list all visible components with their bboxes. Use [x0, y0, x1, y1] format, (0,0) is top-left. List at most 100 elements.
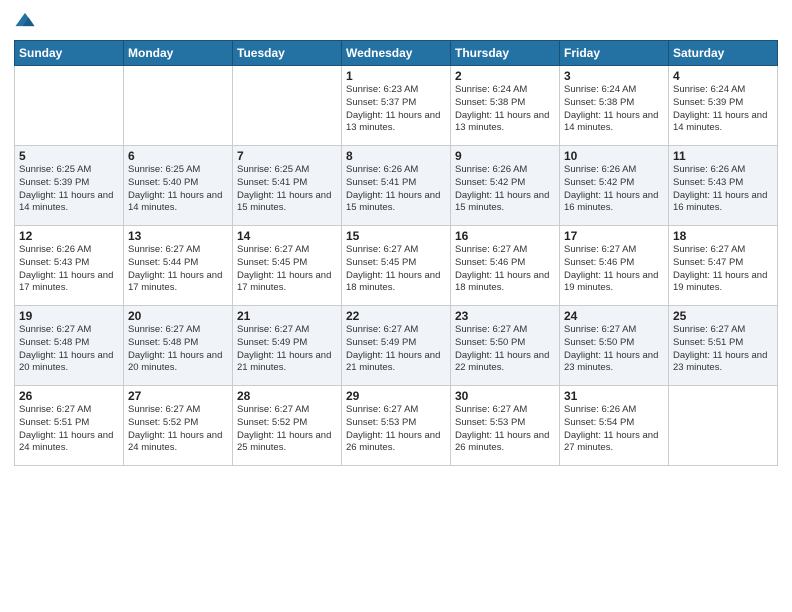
calendar-cell [15, 66, 124, 146]
day-info: Sunrise: 6:26 AMSunset: 5:41 PMDaylight:… [346, 164, 446, 215]
day-number: 15 [346, 229, 446, 243]
calendar-header-row: SundayMondayTuesdayWednesdayThursdayFrid… [15, 41, 778, 66]
calendar-cell: 17Sunrise: 6:27 AMSunset: 5:46 PMDayligh… [560, 226, 669, 306]
calendar-cell: 5Sunrise: 6:25 AMSunset: 5:39 PMDaylight… [15, 146, 124, 226]
day-info: Sunrise: 6:23 AMSunset: 5:37 PMDaylight:… [346, 84, 446, 135]
calendar-cell: 18Sunrise: 6:27 AMSunset: 5:47 PMDayligh… [669, 226, 778, 306]
calendar-cell: 3Sunrise: 6:24 AMSunset: 5:38 PMDaylight… [560, 66, 669, 146]
day-number: 23 [455, 309, 555, 323]
calendar-cell: 21Sunrise: 6:27 AMSunset: 5:49 PMDayligh… [233, 306, 342, 386]
day-number: 2 [455, 69, 555, 83]
calendar-cell: 31Sunrise: 6:26 AMSunset: 5:54 PMDayligh… [560, 386, 669, 466]
calendar-cell: 28Sunrise: 6:27 AMSunset: 5:52 PMDayligh… [233, 386, 342, 466]
day-info: Sunrise: 6:25 AMSunset: 5:39 PMDaylight:… [19, 164, 119, 215]
calendar-day-header: Thursday [451, 41, 560, 66]
day-number: 31 [564, 389, 664, 403]
day-number: 8 [346, 149, 446, 163]
calendar-cell: 7Sunrise: 6:25 AMSunset: 5:41 PMDaylight… [233, 146, 342, 226]
day-info: Sunrise: 6:26 AMSunset: 5:43 PMDaylight:… [673, 164, 773, 215]
day-info: Sunrise: 6:27 AMSunset: 5:46 PMDaylight:… [455, 244, 555, 295]
calendar-cell: 25Sunrise: 6:27 AMSunset: 5:51 PMDayligh… [669, 306, 778, 386]
day-number: 27 [128, 389, 228, 403]
calendar-week-row: 1Sunrise: 6:23 AMSunset: 5:37 PMDaylight… [15, 66, 778, 146]
calendar-day-header: Wednesday [342, 41, 451, 66]
calendar-cell: 27Sunrise: 6:27 AMSunset: 5:52 PMDayligh… [124, 386, 233, 466]
day-info: Sunrise: 6:27 AMSunset: 5:44 PMDaylight:… [128, 244, 228, 295]
calendar-day-header: Friday [560, 41, 669, 66]
day-info: Sunrise: 6:26 AMSunset: 5:42 PMDaylight:… [455, 164, 555, 215]
day-number: 11 [673, 149, 773, 163]
calendar-cell: 29Sunrise: 6:27 AMSunset: 5:53 PMDayligh… [342, 386, 451, 466]
day-info: Sunrise: 6:27 AMSunset: 5:48 PMDaylight:… [19, 324, 119, 375]
calendar-table: SundayMondayTuesdayWednesdayThursdayFrid… [14, 40, 778, 466]
day-info: Sunrise: 6:27 AMSunset: 5:45 PMDaylight:… [346, 244, 446, 295]
calendar-cell: 19Sunrise: 6:27 AMSunset: 5:48 PMDayligh… [15, 306, 124, 386]
day-info: Sunrise: 6:27 AMSunset: 5:52 PMDaylight:… [237, 404, 337, 455]
day-number: 30 [455, 389, 555, 403]
calendar-day-header: Monday [124, 41, 233, 66]
calendar-cell [669, 386, 778, 466]
day-number: 7 [237, 149, 337, 163]
day-number: 22 [346, 309, 446, 323]
day-info: Sunrise: 6:27 AMSunset: 5:46 PMDaylight:… [564, 244, 664, 295]
day-number: 26 [19, 389, 119, 403]
day-info: Sunrise: 6:27 AMSunset: 5:51 PMDaylight:… [19, 404, 119, 455]
day-number: 13 [128, 229, 228, 243]
calendar-cell [124, 66, 233, 146]
day-info: Sunrise: 6:26 AMSunset: 5:42 PMDaylight:… [564, 164, 664, 215]
calendar-week-row: 5Sunrise: 6:25 AMSunset: 5:39 PMDaylight… [15, 146, 778, 226]
day-number: 28 [237, 389, 337, 403]
day-number: 25 [673, 309, 773, 323]
day-info: Sunrise: 6:24 AMSunset: 5:38 PMDaylight:… [455, 84, 555, 135]
day-info: Sunrise: 6:27 AMSunset: 5:49 PMDaylight:… [237, 324, 337, 375]
page: SundayMondayTuesdayWednesdayThursdayFrid… [0, 0, 792, 612]
calendar-cell: 16Sunrise: 6:27 AMSunset: 5:46 PMDayligh… [451, 226, 560, 306]
calendar-cell: 8Sunrise: 6:26 AMSunset: 5:41 PMDaylight… [342, 146, 451, 226]
calendar-cell: 20Sunrise: 6:27 AMSunset: 5:48 PMDayligh… [124, 306, 233, 386]
day-number: 6 [128, 149, 228, 163]
day-info: Sunrise: 6:25 AMSunset: 5:40 PMDaylight:… [128, 164, 228, 215]
day-number: 20 [128, 309, 228, 323]
day-number: 12 [19, 229, 119, 243]
day-info: Sunrise: 6:27 AMSunset: 5:53 PMDaylight:… [455, 404, 555, 455]
day-info: Sunrise: 6:25 AMSunset: 5:41 PMDaylight:… [237, 164, 337, 215]
day-number: 17 [564, 229, 664, 243]
calendar-week-row: 12Sunrise: 6:26 AMSunset: 5:43 PMDayligh… [15, 226, 778, 306]
day-info: Sunrise: 6:26 AMSunset: 5:54 PMDaylight:… [564, 404, 664, 455]
logo-icon [14, 10, 36, 32]
calendar-cell: 15Sunrise: 6:27 AMSunset: 5:45 PMDayligh… [342, 226, 451, 306]
day-info: Sunrise: 6:24 AMSunset: 5:38 PMDaylight:… [564, 84, 664, 135]
day-number: 18 [673, 229, 773, 243]
calendar-cell: 24Sunrise: 6:27 AMSunset: 5:50 PMDayligh… [560, 306, 669, 386]
calendar-cell: 13Sunrise: 6:27 AMSunset: 5:44 PMDayligh… [124, 226, 233, 306]
calendar-week-row: 26Sunrise: 6:27 AMSunset: 5:51 PMDayligh… [15, 386, 778, 466]
day-info: Sunrise: 6:27 AMSunset: 5:52 PMDaylight:… [128, 404, 228, 455]
day-number: 29 [346, 389, 446, 403]
logo [14, 10, 38, 32]
day-number: 19 [19, 309, 119, 323]
day-number: 3 [564, 69, 664, 83]
calendar-cell: 30Sunrise: 6:27 AMSunset: 5:53 PMDayligh… [451, 386, 560, 466]
calendar-cell: 12Sunrise: 6:26 AMSunset: 5:43 PMDayligh… [15, 226, 124, 306]
calendar-cell: 14Sunrise: 6:27 AMSunset: 5:45 PMDayligh… [233, 226, 342, 306]
header [14, 10, 778, 32]
calendar-cell: 9Sunrise: 6:26 AMSunset: 5:42 PMDaylight… [451, 146, 560, 226]
calendar-cell [233, 66, 342, 146]
day-number: 14 [237, 229, 337, 243]
day-info: Sunrise: 6:27 AMSunset: 5:49 PMDaylight:… [346, 324, 446, 375]
day-number: 9 [455, 149, 555, 163]
day-number: 16 [455, 229, 555, 243]
day-number: 4 [673, 69, 773, 83]
calendar-cell: 23Sunrise: 6:27 AMSunset: 5:50 PMDayligh… [451, 306, 560, 386]
day-number: 24 [564, 309, 664, 323]
calendar-cell: 11Sunrise: 6:26 AMSunset: 5:43 PMDayligh… [669, 146, 778, 226]
calendar-cell: 1Sunrise: 6:23 AMSunset: 5:37 PMDaylight… [342, 66, 451, 146]
day-info: Sunrise: 6:27 AMSunset: 5:47 PMDaylight:… [673, 244, 773, 295]
calendar-day-header: Sunday [15, 41, 124, 66]
calendar-cell: 26Sunrise: 6:27 AMSunset: 5:51 PMDayligh… [15, 386, 124, 466]
day-info: Sunrise: 6:24 AMSunset: 5:39 PMDaylight:… [673, 84, 773, 135]
day-info: Sunrise: 6:27 AMSunset: 5:50 PMDaylight:… [564, 324, 664, 375]
day-number: 1 [346, 69, 446, 83]
day-info: Sunrise: 6:27 AMSunset: 5:45 PMDaylight:… [237, 244, 337, 295]
calendar-day-header: Tuesday [233, 41, 342, 66]
